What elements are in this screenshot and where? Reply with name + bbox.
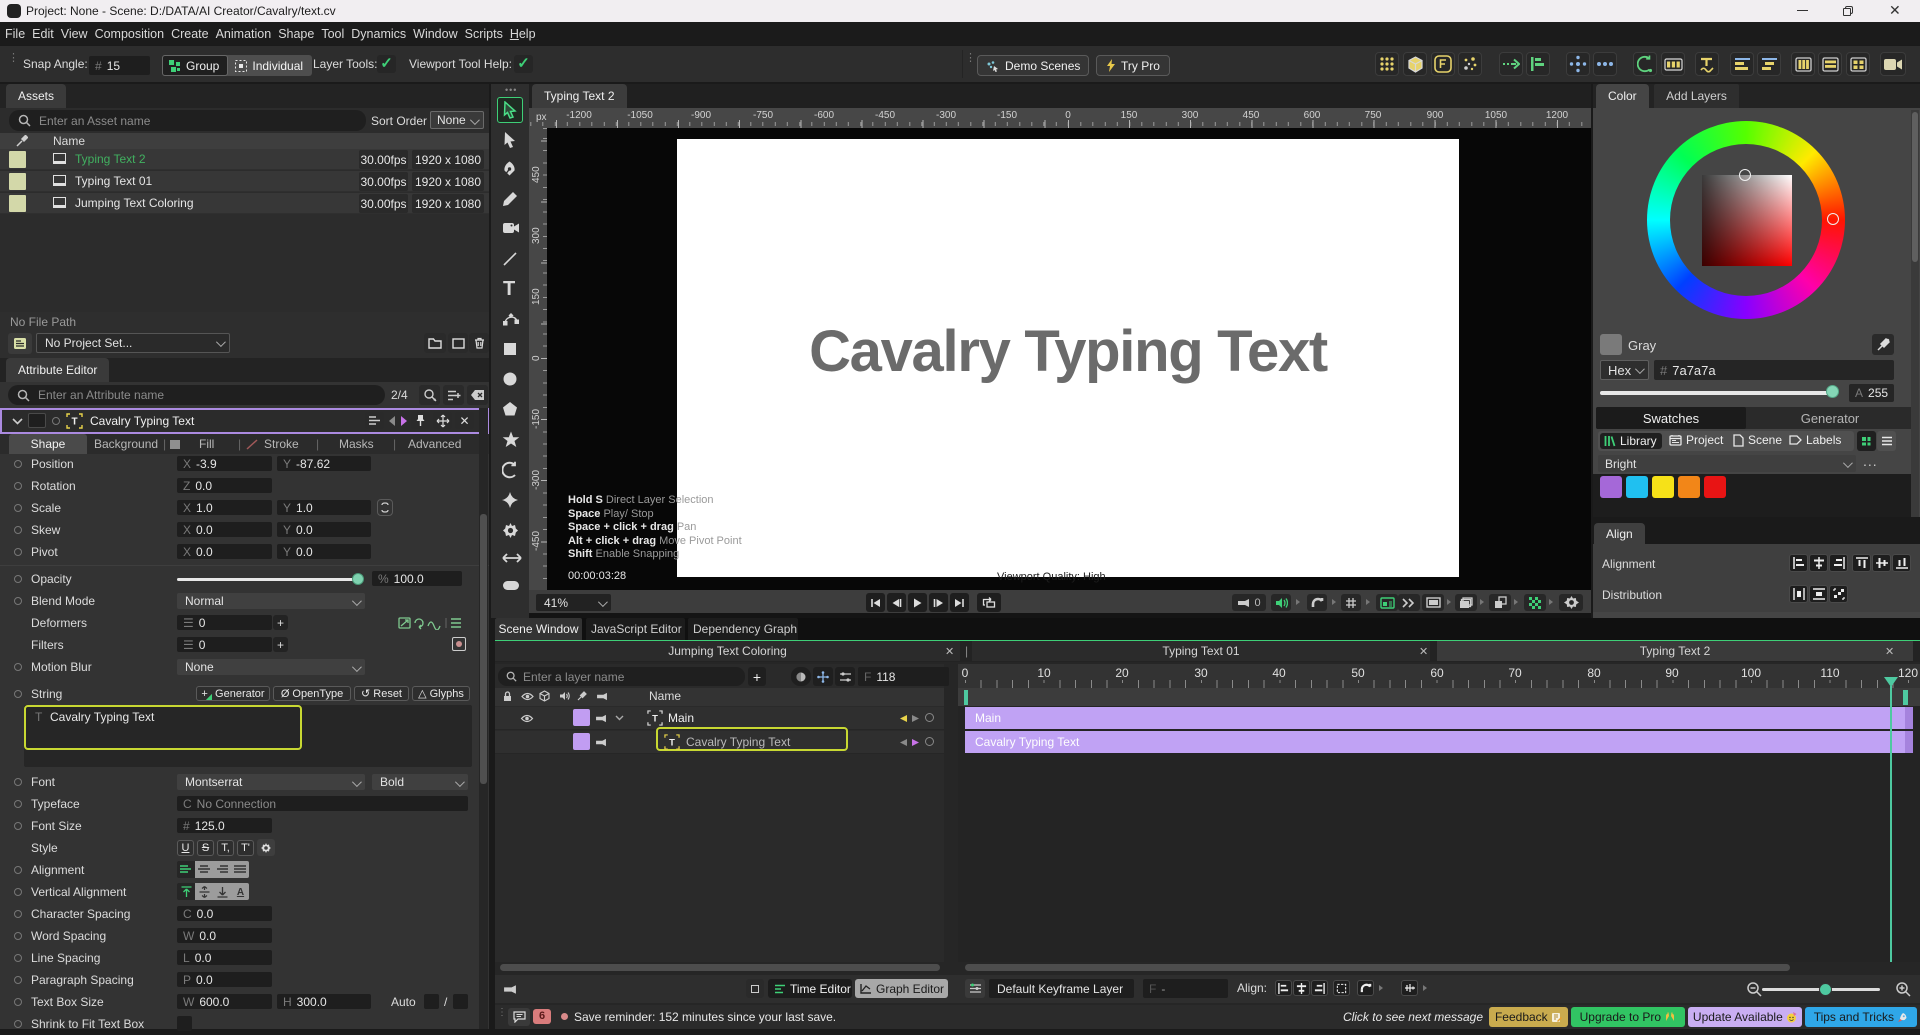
svg-text:T: T xyxy=(652,712,658,723)
svg-text:A: A xyxy=(236,887,243,898)
svg-text:T: T xyxy=(71,417,77,428)
svg-text:T: T xyxy=(669,736,675,747)
